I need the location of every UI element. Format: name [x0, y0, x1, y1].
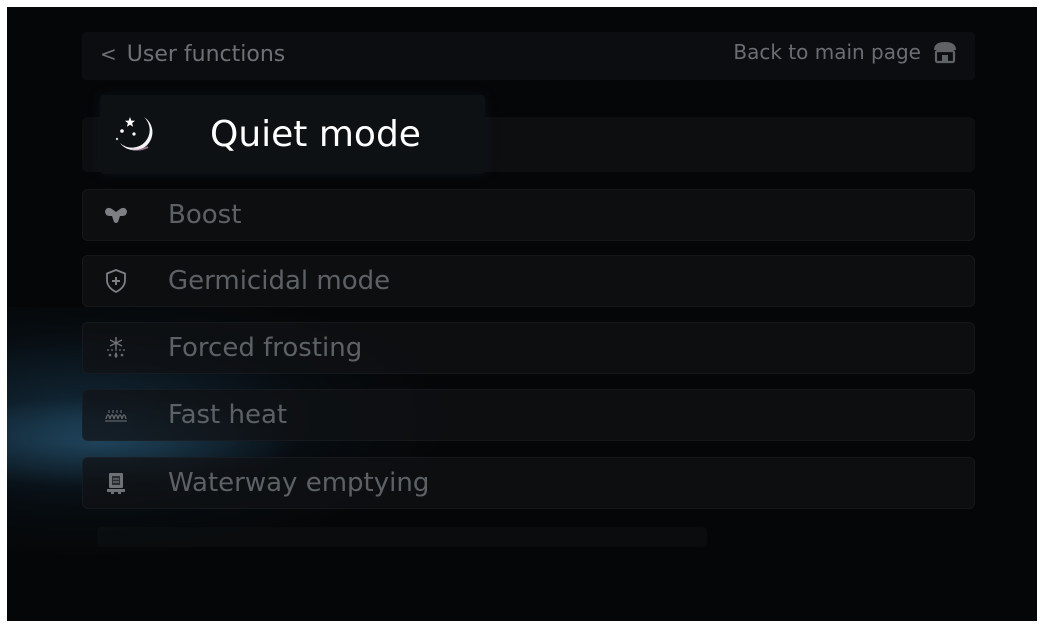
home-label: Back to main page: [733, 40, 921, 64]
chevron-left-icon: <: [100, 42, 117, 66]
menu-item-waterway-emptying[interactable]: Waterway emptying: [82, 457, 975, 509]
menu-item-label: Boost: [168, 200, 242, 230]
moon-stars-icon: [115, 117, 153, 151]
list-end-shadow: [97, 527, 707, 547]
menu-item-label: Forced frosting: [168, 333, 363, 363]
back-to-main-page-button[interactable]: Back to main page: [733, 35, 959, 69]
snowflake-drip-icon: [107, 337, 125, 358]
menu-item-label: Fast heat: [168, 400, 288, 430]
current-mode-label: Quiet mode: [210, 114, 421, 155]
device-screen: < User functions Back to main page Quiet…: [7, 7, 1037, 621]
muscle-icon: [105, 207, 127, 223]
back-label: User functions: [126, 41, 286, 67]
menu-item-forced-frosting[interactable]: Forced frosting: [82, 322, 975, 374]
menu-item-label: Waterway emptying: [168, 468, 430, 498]
back-button[interactable]: < User functions: [100, 37, 285, 71]
menu-item-label: Germicidal mode: [168, 266, 391, 296]
home-icon: [934, 42, 956, 64]
menu-item-boost[interactable]: Boost: [82, 189, 975, 241]
shield-plus-icon: [106, 269, 126, 294]
water-tank-icon: [107, 473, 125, 494]
quiet-mode-item[interactable]: Quiet mode: [100, 95, 485, 174]
heating-coil-icon: [105, 410, 127, 422]
menu-item-fast-heat[interactable]: Fast heat: [82, 389, 975, 441]
menu-item-germicidal-mode[interactable]: Germicidal mode: [82, 255, 975, 307]
